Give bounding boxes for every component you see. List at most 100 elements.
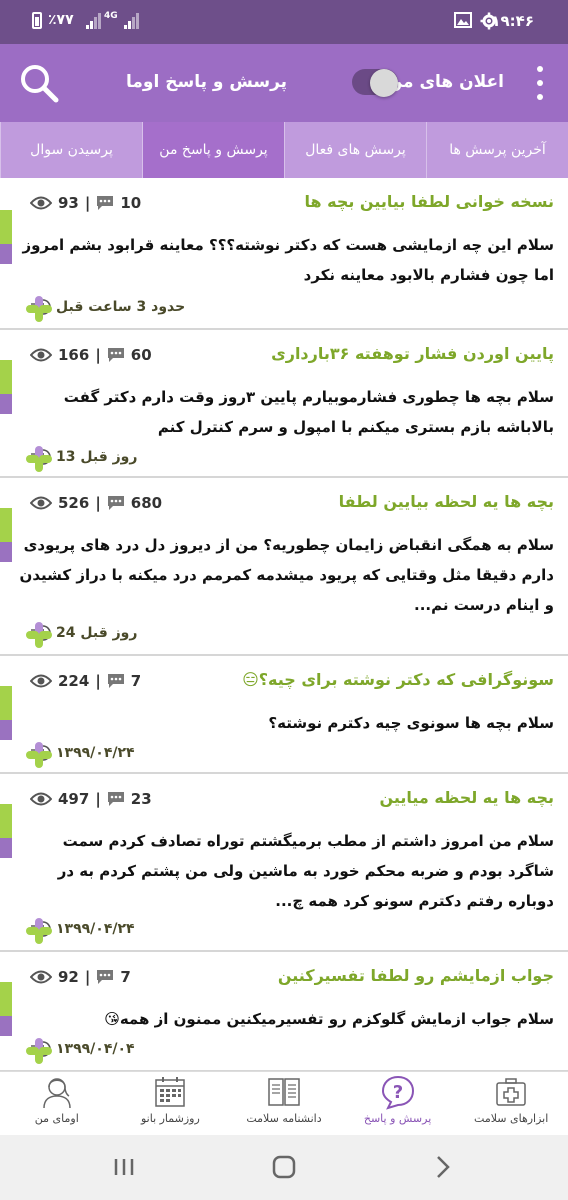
stats-separator: | <box>95 790 101 808</box>
tab-latest-questions[interactable]: آخرین پرسش ها <box>426 122 568 178</box>
signal-strength-icon-2 <box>124 13 139 29</box>
expand-plus-icon[interactable] <box>26 918 52 944</box>
card-accent <box>0 210 12 264</box>
expand-plus-icon[interactable] <box>26 446 52 472</box>
battery-icon <box>32 12 42 29</box>
question-stats: 224 | 7 <box>30 672 141 690</box>
encyclopedia-icon <box>268 1078 300 1106</box>
question-stats: 497 | 23 <box>30 790 152 808</box>
stats-separator: | <box>84 194 91 212</box>
settings-gear-icon <box>480 12 498 30</box>
question-stats: 526 | 680 <box>30 494 162 512</box>
nav-questions[interactable]: ? پرسش و پاسخ <box>348 1072 448 1125</box>
expand-plus-icon[interactable] <box>26 742 52 768</box>
comments-count: 10 <box>120 194 142 212</box>
views-icon <box>30 792 52 806</box>
notifications-label: اعلان های من <box>387 72 504 92</box>
bottom-navigation: ابزارهای سلامت ? پرسش و پاسخ دانشنامه سل… <box>0 1071 568 1135</box>
signal-strength-icon <box>86 13 101 29</box>
gallery-notification-icon <box>454 12 472 28</box>
views-count: 93 <box>58 194 79 212</box>
nav-calendar[interactable]: روزشمار بانو <box>120 1072 220 1125</box>
tab-my-questions[interactable]: پرسش و پاسخ من <box>142 122 284 178</box>
stats-separator: | <box>84 968 91 986</box>
question-card[interactable]: بچه ها یه لحظه بیایین لطفا 526 | 680 سلا… <box>0 478 568 656</box>
search-icon[interactable] <box>18 62 60 104</box>
stats-separator: | <box>95 672 101 690</box>
back-chevron-icon[interactable] <box>422 1151 462 1183</box>
views-count: 92 <box>58 968 79 986</box>
views-count: 224 <box>58 672 90 690</box>
question-card[interactable]: پایین اوردن فشار توهفته ۳۶بارداری 166 | … <box>0 330 568 478</box>
views-icon <box>30 674 52 688</box>
nav-health-tools[interactable]: ابزارهای سلامت <box>461 1072 561 1125</box>
stats-separator: | <box>95 346 101 364</box>
nav-encyclopedia[interactable]: دانشنامه سلامت <box>234 1072 334 1125</box>
question-card[interactable]: سونوگرافی که دکتر نوشته برای چیه؟😑 224 |… <box>0 656 568 774</box>
views-icon <box>30 496 52 510</box>
svg-text:?: ? <box>392 1082 402 1103</box>
tab-ask-question[interactable]: پرسیدن سوال <box>0 122 142 178</box>
tab-active-questions[interactable]: پرسش های فعال <box>284 122 426 178</box>
question-title[interactable]: بچه ها یه لحظه میایین <box>379 788 554 807</box>
comments-icon <box>107 348 124 362</box>
views-count: 166 <box>58 346 90 364</box>
comments-icon <box>97 970 114 984</box>
expand-plus-icon[interactable] <box>26 296 52 322</box>
question-title[interactable]: نسخه خوانی لطفا بیایین بچه ها <box>304 192 554 211</box>
health-tools-icon <box>496 1078 526 1106</box>
expand-plus-icon[interactable] <box>26 622 52 648</box>
question-excerpt: سلام جواب ازمایش گلوکزم رو تفسیرمیکنین م… <box>104 1010 554 1028</box>
comments-count: 23 <box>130 790 152 808</box>
question-card[interactable]: نسخه خوانی لطفا بیایین بچه ها 93 | 10 سل… <box>0 178 568 330</box>
comments-count: 7 <box>120 968 131 986</box>
views-count: 526 <box>58 494 90 512</box>
question-card[interactable]: بچه ها یه لحظه میایین 497 | 23 سلام من ا… <box>0 774 568 952</box>
tab-bar: آخرین پرسش ها پرسش های فعال پرسش و پاسخ … <box>0 122 568 178</box>
card-accent <box>0 804 12 858</box>
battery-percentage: ٪۷۷ <box>48 12 74 28</box>
card-accent <box>0 686 12 740</box>
question-stats: 166 | 60 <box>30 346 152 364</box>
nav-my-profile[interactable]: اومای من <box>7 1072 107 1125</box>
card-accent <box>0 508 12 562</box>
home-icon[interactable] <box>264 1151 304 1183</box>
notifications-toggle[interactable] <box>352 69 398 97</box>
status-bar: ۱۹:۴۶ ٪۷۷ 4G <box>0 0 568 44</box>
views-icon <box>30 196 52 210</box>
question-time: حدود 3 ساعت قبل <box>30 298 185 316</box>
comments-icon <box>107 496 124 510</box>
card-accent <box>0 360 12 414</box>
comments-icon <box>97 196 114 210</box>
question-excerpt: سلام بچه ها سونوی چیه دکترم نوشته؟ <box>268 714 554 732</box>
stats-separator: | <box>95 494 101 512</box>
comments-icon <box>107 674 124 688</box>
profile-icon <box>43 1078 71 1109</box>
views-icon <box>30 970 52 984</box>
question-excerpt: سلام به همگی انقباض زایمان چطوریه؟ من از… <box>19 536 554 614</box>
comments-count: 7 <box>130 672 142 690</box>
comments-count: 680 <box>130 494 163 512</box>
question-excerpt: سلام من امروز داشتم از مطب برمیگشتم تورا… <box>57 832 554 910</box>
question-list: نسخه خوانی لطفا بیایین بچه ها 93 | 10 سل… <box>0 178 568 1071</box>
calendar-icon <box>155 1077 186 1107</box>
views-icon <box>30 348 52 362</box>
question-title[interactable]: پایین اوردن فشار توهفته ۳۶بارداری <box>271 344 554 363</box>
question-title[interactable]: جواب ازمایشم رو لطفا تفسیرکنین <box>278 966 554 985</box>
question-icon: ? <box>381 1075 414 1110</box>
comments-icon <box>107 792 124 806</box>
question-card[interactable]: جواب ازمایشم رو لطفا تفسیرکنین 92 | 7 سل… <box>0 952 568 1071</box>
network-type: 4G <box>104 11 118 21</box>
question-excerpt: سلام بچه ها چطوری فشارموبیارم پایین ۳روز… <box>63 388 554 436</box>
question-excerpt: سلام این چه ازمایشی هست که دکتر نوشته؟؟؟… <box>22 236 554 284</box>
recent-apps-icon[interactable] <box>104 1151 144 1183</box>
question-title[interactable]: بچه ها یه لحظه بیایین لطفا <box>339 492 554 511</box>
page-title: پرسش و پاسخ اوما <box>126 72 288 92</box>
question-stats: 93 | 10 <box>30 194 141 212</box>
card-accent <box>0 982 12 1036</box>
expand-plus-icon[interactable] <box>26 1038 52 1064</box>
app-bar: اعلان های من پرسش و پاسخ اوما <box>0 44 568 122</box>
comments-count: 60 <box>130 346 152 364</box>
question-title[interactable]: سونوگرافی که دکتر نوشته برای چیه؟😑 <box>242 670 554 689</box>
overflow-menu-icon[interactable] <box>536 66 544 100</box>
